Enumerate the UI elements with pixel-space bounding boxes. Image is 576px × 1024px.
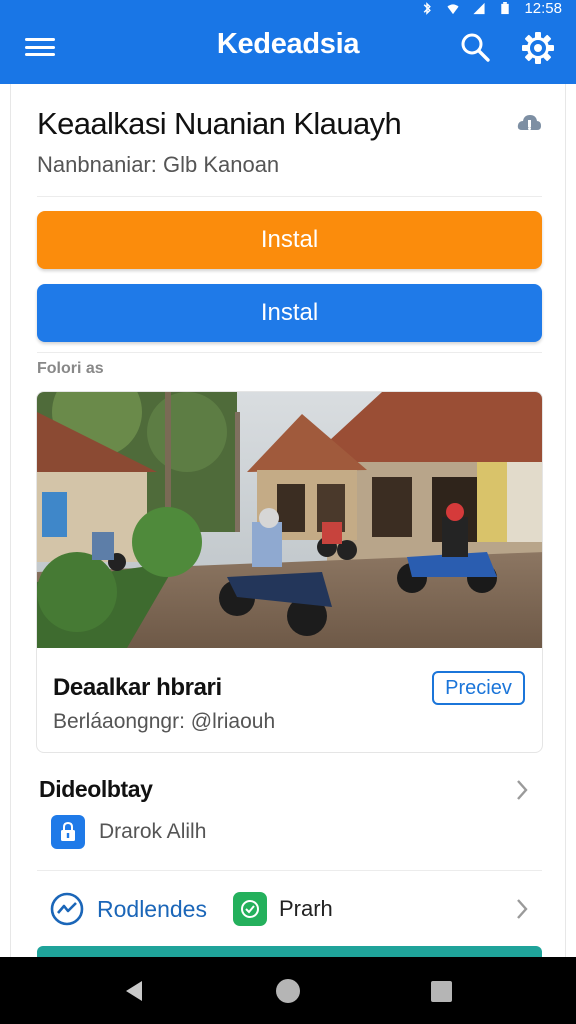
shield-check-icon (232, 892, 267, 926)
screen: 12:58 Kedeadsia Keaalkasi Nuanian Klauay… (0, 0, 576, 1024)
village-motorbike-photo (37, 392, 542, 648)
back-icon[interactable] (124, 979, 144, 1003)
divider (37, 352, 542, 353)
battery-icon (501, 1, 510, 14)
divider (37, 196, 542, 197)
install-button-secondary[interactable]: Instal (37, 284, 542, 342)
section-label: Folori as (37, 360, 104, 377)
chevron-right-icon[interactable] (514, 778, 530, 802)
detail-item[interactable]: Drarok Alilh (51, 814, 206, 850)
app-detail-content: Keaalkasi Nuanian Klauayh Nanbnaniar: Gl… (10, 84, 566, 958)
stat-label: Rodlendes (97, 895, 207, 922)
status-time: 12:58 (524, 0, 562, 17)
home-icon[interactable] (276, 979, 300, 1003)
media-card[interactable]: Deaalkar hbrari Berláaongngr: @lriaouh P… (36, 391, 543, 753)
wifi-icon (447, 3, 460, 14)
app-subtitle: Nanbnaniar: Glb Kanoan (37, 152, 280, 177)
cloud-info-icon[interactable] (515, 109, 543, 137)
media-subtitle: Berláaongngr: @lriaouh (53, 710, 276, 733)
top-bar: 12:58 Kedeadsia (0, 0, 576, 84)
secondary-label: Prarh (278, 896, 333, 921)
lock-icon (51, 815, 85, 849)
app-bar: Kedeadsia (0, 16, 576, 76)
lock-icon-glyph (61, 822, 75, 841)
install-button-primary[interactable]: Instal (37, 211, 542, 269)
search-icon[interactable] (458, 30, 492, 64)
signal-icon (473, 2, 486, 14)
detail-row-title: Dideolbtay (39, 776, 153, 802)
detail-item-label: Drarok Alilh (99, 820, 207, 843)
shield-check-glyph (240, 900, 259, 918)
status-bar: 12:58 (420, 0, 562, 17)
media-title: Deaalkar hbrari (53, 674, 222, 701)
preview-button[interactable]: Preciev (432, 671, 525, 705)
divider (37, 870, 542, 871)
system-nav-bar (0, 957, 576, 1024)
recent-apps-icon[interactable] (431, 981, 452, 1002)
bottom-row[interactable]: Rodlendes Prarh (49, 889, 333, 929)
gear-icon[interactable] (520, 30, 556, 66)
app-name: Keaalkasi Nuanian Klauayh (37, 106, 402, 141)
bluetooth-icon (424, 1, 432, 15)
trend-chart-icon (50, 892, 84, 926)
chevron-right-icon[interactable] (514, 897, 530, 921)
